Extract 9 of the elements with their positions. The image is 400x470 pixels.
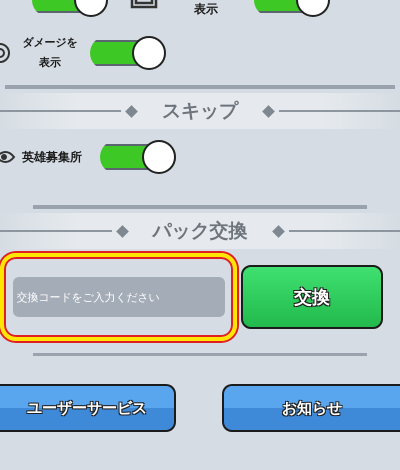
section-title: パック交換 [150,219,248,244]
menu-button[interactable]: お知らせ [222,384,400,432]
setting-label: ダメージを表示 [22,35,78,71]
section-title: スキップ [161,99,240,124]
menu-button[interactable]: ユーザーサービス [0,384,176,432]
setting-label: 表示 [193,1,219,18]
setting-label: 英雄募集所 [22,148,82,166]
code-input-field[interactable]: 交換コードをご入力ください [12,277,224,317]
exchange-button[interactable]: 交換 [241,265,383,329]
